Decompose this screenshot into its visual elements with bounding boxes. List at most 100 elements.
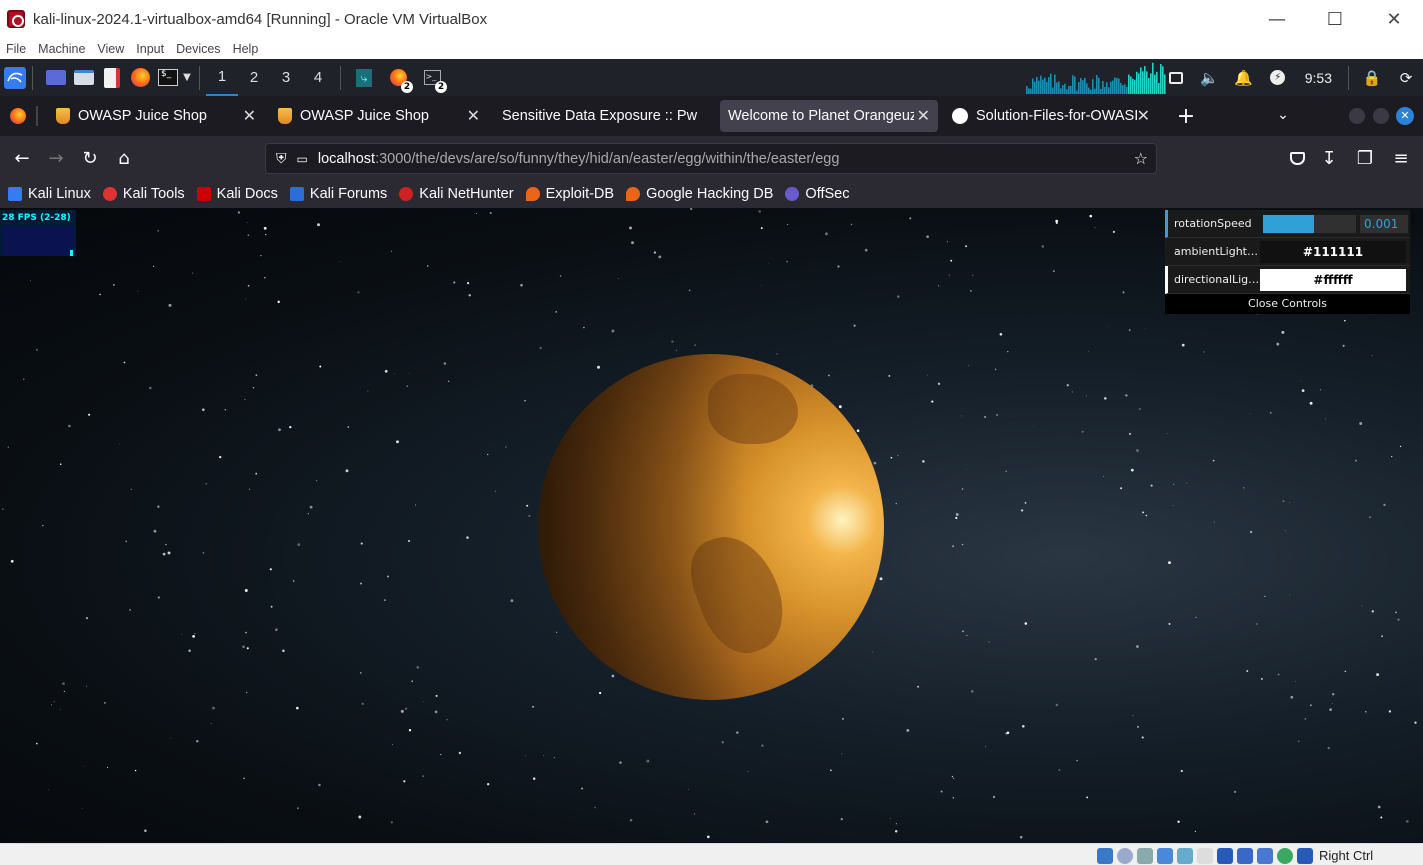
- panel-clock[interactable]: 9:53: [1305, 70, 1332, 86]
- pocket-icon[interactable]: [1280, 141, 1314, 175]
- close-tab-icon[interactable]: ✕: [1137, 106, 1150, 126]
- cpu-graph-bar: [1106, 82, 1108, 94]
- bookmark-kali-nethunter[interactable]: Kali NetHunter: [399, 186, 514, 202]
- home-icon[interactable]: ⌂: [107, 141, 141, 175]
- tab-owasp-juice-shop-1[interactable]: OWASP Juice Shop ✕: [48, 100, 264, 132]
- close-tab-icon[interactable]: ✕: [467, 106, 480, 126]
- bookmark-star-icon[interactable]: ☆: [1134, 149, 1148, 168]
- bookmark-kali-tools[interactable]: Kali Tools: [102, 186, 185, 202]
- ambient-light-color-input[interactable]: #111111: [1260, 241, 1406, 263]
- notifications-bell-icon[interactable]: 🔔: [1233, 67, 1255, 89]
- menu-input[interactable]: Input: [136, 42, 164, 56]
- app-menu-icon[interactable]: ≡: [1384, 141, 1418, 175]
- tab-planet-orangeuz[interactable]: Welcome to Planet Orangeuz ✕: [720, 100, 938, 132]
- file-manager-icon[interactable]: [73, 67, 95, 89]
- menu-help[interactable]: Help: [233, 42, 259, 56]
- volume-icon[interactable]: 🔈: [1199, 67, 1221, 89]
- host-key-label[interactable]: Right Ctrl: [1319, 848, 1373, 863]
- bookmark-exploit-db[interactable]: Exploit-DB: [525, 186, 614, 202]
- tab-solution-files[interactable]: Solution-Files-for-OWASI ✕: [944, 100, 1158, 132]
- star: [1024, 622, 1028, 625]
- display-icon[interactable]: [1217, 847, 1233, 864]
- bookmark-google-hacking-db[interactable]: Google Hacking DB: [626, 186, 773, 202]
- rotation-speed-slider[interactable]: [1263, 215, 1356, 233]
- text-editor-icon[interactable]: [101, 67, 123, 89]
- star: [390, 250, 392, 252]
- rotation-speed-input[interactable]: 0.001: [1360, 215, 1408, 233]
- close-browser-button[interactable]: ✕: [1396, 107, 1414, 125]
- bookmark-kali-linux[interactable]: Kali Linux: [8, 186, 91, 202]
- firefox-task-icon[interactable]: 2: [387, 67, 413, 93]
- kali-menu-icon[interactable]: [4, 66, 26, 89]
- terminal-task-icon[interactable]: >_ 2: [421, 67, 447, 93]
- power-manager-icon[interactable]: ⚡: [1267, 67, 1289, 89]
- minimize-button[interactable]: —: [1248, 0, 1306, 38]
- forward-arrow-icon[interactable]: →: [39, 141, 73, 175]
- workspace-2[interactable]: 2: [238, 59, 270, 96]
- menu-devices[interactable]: Devices: [176, 42, 220, 56]
- app-task-icon[interactable]: ⤷: [353, 67, 375, 89]
- juice-shop-icon: [56, 108, 70, 124]
- workspace-3[interactable]: 3: [270, 59, 302, 96]
- shield-icon[interactable]: ⛨: [276, 151, 287, 167]
- cpu-graph-bar: [1122, 85, 1124, 94]
- close-tab-icon[interactable]: ✕: [243, 106, 256, 126]
- back-arrow-icon[interactable]: ←: [5, 141, 39, 175]
- page-info-icon[interactable]: ▭: [297, 152, 308, 166]
- keyboard-capture-icon[interactable]: [1297, 847, 1313, 864]
- hard-disk-icon[interactable]: [1097, 847, 1113, 864]
- downloads-icon[interactable]: ↧: [1312, 141, 1346, 175]
- bookmark-kali-forums[interactable]: Kali Forums: [289, 186, 387, 202]
- close-window-button[interactable]: ✕: [1365, 0, 1423, 38]
- tab-sensitive-data-exposure[interactable]: Sensitive Data Exposure :: Pw: [494, 100, 714, 132]
- chevron-down-icon[interactable]: ▼: [181, 67, 193, 89]
- star: [1260, 677, 1263, 680]
- maximize-browser-button[interactable]: [1373, 108, 1389, 124]
- new-tab-button[interactable]: +: [1170, 100, 1202, 132]
- close-controls-button[interactable]: Close Controls: [1165, 294, 1410, 314]
- menu-view[interactable]: View: [97, 42, 124, 56]
- directional-light-color-input[interactable]: #ffffff: [1260, 269, 1406, 291]
- fps-stats-panel[interactable]: 28 FPS (2-28): [0, 210, 76, 256]
- shared-folders-icon[interactable]: [1197, 847, 1213, 864]
- show-desktop-icon[interactable]: [45, 67, 67, 89]
- firefox-launcher-icon[interactable]: [129, 67, 151, 89]
- menu-machine[interactable]: Machine: [38, 42, 85, 56]
- url-text[interactable]: localhost:3000/the/devs/are/so/funny/the…: [318, 151, 840, 167]
- close-tab-icon[interactable]: ✕: [917, 106, 930, 126]
- star: [1128, 432, 1132, 435]
- maximize-button[interactable]: ☐: [1306, 0, 1364, 38]
- mouse-integration-icon[interactable]: [1277, 847, 1293, 864]
- star: [466, 281, 470, 285]
- network-icon[interactable]: [1165, 67, 1187, 89]
- network-adapter-icon[interactable]: [1157, 847, 1173, 864]
- bookmark-offsec[interactable]: OffSec: [785, 186, 849, 202]
- workspace-1[interactable]: 1: [206, 59, 238, 96]
- firefox-view-icon[interactable]: [0, 100, 36, 132]
- workspace-4[interactable]: 4: [302, 59, 334, 96]
- star: [360, 672, 362, 674]
- bookmark-kali-docs[interactable]: Kali Docs: [196, 186, 278, 202]
- usb-icon[interactable]: [1177, 847, 1193, 864]
- list-all-tabs-icon[interactable]: ⌄: [1272, 104, 1294, 126]
- terminal-launcher-icon[interactable]: $_: [157, 67, 179, 89]
- menu-file[interactable]: File: [6, 42, 26, 56]
- planet-scene-canvas[interactable]: 28 FPS (2-28) rotationSpeed 0.001 ambien…: [0, 208, 1423, 843]
- star: [278, 428, 281, 432]
- logout-icon[interactable]: ⟳: [1395, 67, 1417, 89]
- lock-screen-icon[interactable]: 🔒: [1361, 67, 1383, 89]
- video-capture-icon[interactable]: [1237, 847, 1253, 864]
- address-bar[interactable]: ⛨ ▭ localhost:3000/the/devs/are/so/funny…: [265, 143, 1157, 174]
- optical-drive-icon[interactable]: [1117, 847, 1133, 864]
- audio-icon[interactable]: [1137, 847, 1153, 864]
- star: [86, 685, 88, 687]
- star: [1112, 230, 1116, 234]
- extensions-icon[interactable]: ❐: [1348, 141, 1382, 175]
- star: [598, 691, 602, 695]
- star: [1, 508, 4, 510]
- cpu-icon[interactable]: [1257, 847, 1273, 864]
- minimize-browser-button[interactable]: [1349, 108, 1365, 124]
- star: [1371, 355, 1373, 356]
- reload-icon[interactable]: ↻: [73, 141, 107, 175]
- tab-owasp-juice-shop-2[interactable]: OWASP Juice Shop ✕: [270, 100, 488, 132]
